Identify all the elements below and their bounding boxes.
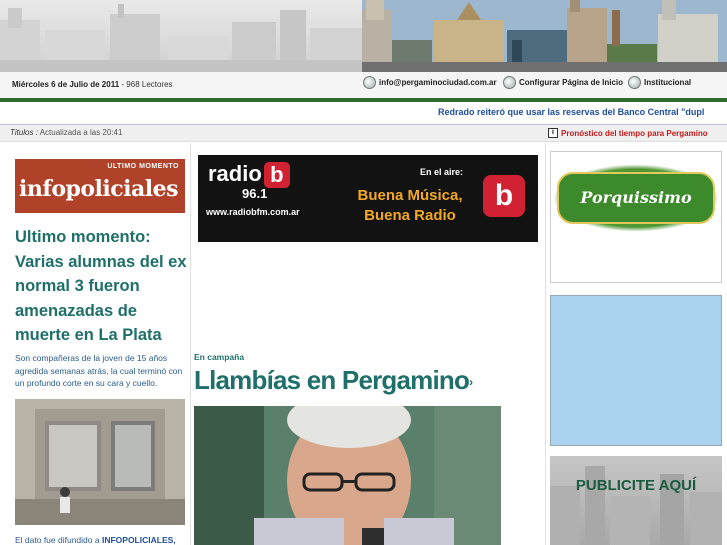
left-story-headline[interactable]: Ultimo momento: Varias alumnas del ex no… (15, 225, 190, 348)
set-homepage-label: Configurar Página de Inicio (519, 78, 624, 87)
info-icon: i (548, 128, 558, 138)
column-divider-right (545, 143, 546, 545)
left-story-photo[interactable] (15, 399, 185, 525)
publicite-aqui-ad[interactable]: PUBLICITE AQUÍ (550, 456, 722, 545)
infopoliciales-tagline: ULTIMO MOMENTO (107, 163, 179, 170)
main-story-section: En campaña (194, 352, 245, 362)
column-divider-left (190, 143, 191, 545)
titles-label: Titulos : Actualizada a las 20:41 (10, 128, 122, 137)
current-date: Miércoles 6 de Julio de 2011 (12, 80, 120, 89)
home-icon (503, 76, 516, 89)
header-city-illustration (0, 0, 362, 72)
radio-frequency: 96.1 (242, 186, 268, 201)
header-city-photos (362, 0, 727, 72)
header-divider (0, 98, 727, 102)
main-story-title: Llambías en Pergamino (194, 365, 470, 395)
caption-source[interactable]: INFOPOLICIALES, (102, 535, 176, 545)
city-skyline-illustration (0, 4, 362, 72)
last-updated: Actualizada a las 20:41 (39, 128, 123, 137)
news-ticker[interactable]: Redrado reiteró que usar las reservas de… (438, 107, 704, 117)
publicite-city-background (550, 466, 722, 545)
weather-forecast-label: Pronóstico del tiempo para Pergamino (561, 128, 708, 138)
main-story-photo[interactable] (194, 406, 501, 545)
porquissimo-ad[interactable]: Porquissimo (550, 151, 722, 283)
radio-brand: radio (208, 161, 262, 186)
weather-forecast-link[interactable]: i Pronóstico del tiempo para Pergamino (548, 128, 708, 138)
email-icon (363, 76, 376, 89)
caption-text: El dato fue difundido a (15, 535, 100, 545)
left-story-summary: Son compañeras de la joven de 15 años ag… (15, 353, 183, 388)
radio-logo: radio b (208, 161, 290, 189)
radio-slogan: Buena Música, Buena Radio (345, 186, 475, 226)
radio-slogan-line1: Buena Música, (357, 187, 463, 204)
set-homepage-link[interactable]: Configurar Página de Inicio (503, 76, 623, 89)
email-link[interactable]: info@pergaminociudad.com.ar (363, 76, 497, 89)
titles-heading: Titulos : (10, 128, 38, 137)
radio-slogan-line2: Buena Radio (364, 207, 456, 224)
left-story-caption: El dato fue difundido a INFOPOLICIALES, (15, 535, 176, 545)
speaker-portrait-photo (194, 406, 501, 545)
publicite-aqui-label: PUBLICITE AQUÍ (575, 477, 697, 494)
institutional-label: Institucional (644, 78, 692, 87)
infopoliciales-logo: infopoliciales (19, 176, 179, 202)
info-circle-icon (628, 76, 641, 89)
email-link-label: info@pergaminociudad.com.ar (379, 78, 497, 87)
radio-b-advertisement[interactable]: radio b 96.1 www.radiobfm.com.ar En el ai… (198, 155, 538, 242)
readers-count: - 968 Lectores (121, 80, 173, 89)
radio-b-badge: b (263, 162, 290, 189)
infopoliciales-banner[interactable]: ULTIMO MOMENTO infopoliciales (15, 159, 185, 213)
radio-b-logo-icon: b (483, 175, 525, 217)
right-ad-placeholder[interactable] (550, 295, 722, 446)
main-story-headline[interactable]: Llambías en Pergamino› (194, 365, 473, 396)
school-entrance-photo (15, 399, 185, 525)
porquissimo-logo: Porquissimo (557, 172, 715, 224)
date-readers: Miércoles 6 de Julio de 2011 - 968 Lecto… (12, 80, 173, 89)
institutional-link[interactable]: Institucional (628, 76, 691, 89)
radio-url: www.radiobfm.com.ar (206, 207, 300, 217)
more-arrow-icon: › (469, 375, 473, 390)
radio-on-air: En el aire: (420, 167, 464, 177)
city-photo-collage (362, 0, 727, 72)
